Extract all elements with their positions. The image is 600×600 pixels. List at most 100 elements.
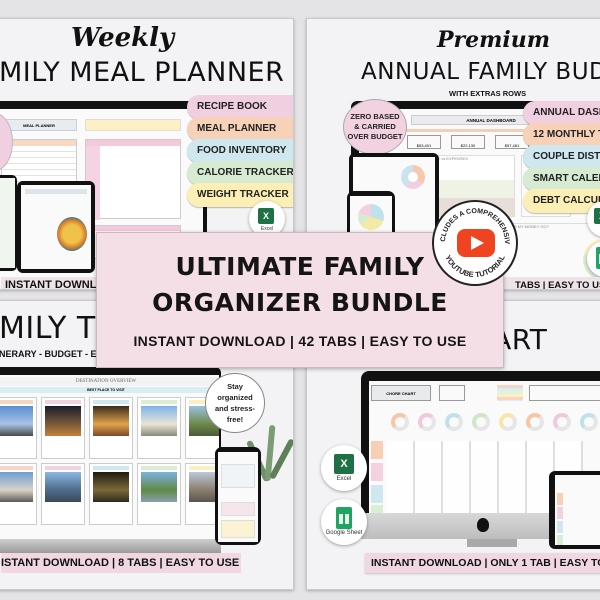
feature-food-inventory: FOOD INVENTORY: [187, 139, 293, 163]
meal-planner-tablet: [17, 181, 95, 273]
feature-label: CALORIE TRACKER: [197, 167, 294, 178]
pizza-photo: [57, 217, 87, 251]
google-sheets-label: Google Sheet: [325, 530, 363, 536]
best-place-header: BEST PLACE TO VISIT: [0, 387, 219, 393]
badge-line: & CARRIED: [354, 122, 396, 131]
destination-card: [137, 397, 181, 459]
youtube-play-icon: [457, 229, 495, 257]
monday-table: [85, 139, 181, 220]
badge-line: Stay: [227, 382, 243, 391]
youtube-tutorial-badge: INCLUDES A COMPREHENSIVE YOUTUBE TUTORIA…: [432, 200, 518, 286]
feature-label: RECIPE BOOK: [197, 101, 268, 112]
excel-icon: X Excel: [321, 445, 367, 491]
laptop-base: [0, 539, 221, 553]
destination-sheet: DESTINATION OVERVIEW BEST PLACE TO VISIT: [0, 375, 219, 539]
card-header: [141, 400, 177, 404]
card-header: [45, 400, 81, 404]
feature-label: WEIGHT TRACKER: [197, 189, 289, 200]
travel-bottom-bar: ISTANT DOWNLOAD | 8 TABS | EASY TO USE: [1, 553, 241, 573]
feature-label: ANNUAL DASHBOA: [533, 107, 600, 118]
feature-couple-distribution: COUPLE DISTRIBU: [523, 145, 600, 169]
travel-subtitle: NERARY - BUDGET - EX: [0, 349, 103, 359]
chore-progress-donut: [445, 413, 463, 431]
chore-bottom-bar: INSTANT DOWNLOAD | ONLY 1 TAB | EASY TO …: [365, 553, 600, 573]
budget-script-title: Premium: [437, 27, 551, 53]
budget-title: ANNUAL FAMILY BUDGE: [361, 59, 600, 85]
meal-planner-phone: [0, 175, 17, 271]
feature-recipe-book: RECIPE BOOK: [187, 95, 293, 119]
feature-label: DEBT CALCULATO: [533, 195, 600, 206]
google-sheets-icon: Google Sheet: [321, 499, 367, 545]
svg-text:YOUTUBE TUTORIAL: YOUTUBE TUTORIAL: [443, 253, 507, 279]
bundle-mockup: Weekly MILY MEAL PLANNER MEAL PLANNER RE…: [0, 0, 600, 600]
chore-progress-donut: [526, 413, 544, 431]
chore-progress-donut: [391, 413, 409, 431]
imac-stand: [467, 539, 517, 547]
destination-card: [185, 463, 219, 525]
chore-tablet: [549, 471, 600, 549]
zero-based-badge: ZERO BASED & CARRIED OVER BUDGET: [343, 99, 407, 155]
feature-weight-tracker: WEIGHT TRACKER: [187, 183, 293, 207]
card-header: [0, 466, 33, 470]
meal-planner-script-title: Weekly: [71, 23, 175, 53]
chore-bottom-text: INSTANT DOWNLOAD | ONLY 1 TAB | EASY TO …: [371, 557, 600, 569]
destination-card: [41, 463, 85, 525]
destination-photo: [93, 472, 129, 502]
destination-card: [137, 463, 181, 525]
apple-logo-icon: [477, 518, 489, 532]
destination-card: [89, 397, 133, 459]
budget-bottom-text: TABS | EASY TO USE: [515, 279, 600, 290]
badge-line: OVER BUDGET: [347, 132, 403, 141]
card-header: [93, 400, 129, 404]
travel-laptop: DESTINATION OVERVIEW BEST PLACE TO VISIT: [0, 367, 221, 553]
feature-label: COUPLE DISTRIBU: [533, 151, 600, 162]
destination-card: [0, 397, 37, 459]
recipe-sheet: [21, 185, 91, 269]
destination-photo: [141, 472, 177, 502]
destination-photo: [45, 406, 81, 436]
chore-progress-donut: [472, 413, 490, 431]
chore-progress-donut: [499, 413, 517, 431]
feature-annual-dashboard: ANNUAL DASHBOA: [523, 101, 600, 125]
destination-photo: [93, 406, 129, 436]
travel-bottom-text: ISTANT DOWNLOAD | 8 TABS | EASY TO USE: [1, 557, 240, 569]
start-date-box: [85, 119, 181, 131]
destination-photo: [141, 406, 177, 436]
card-header: [93, 466, 129, 470]
card-header: [45, 466, 81, 470]
chore-progress-donut: [418, 413, 436, 431]
meal-planner-title: MILY MEAL PLANNER: [0, 57, 285, 88]
feature-label: 12 MONTHLY TABS: [533, 129, 600, 140]
feature-label: MEAL PLANNER: [197, 123, 277, 134]
badge-line: free!: [226, 415, 244, 424]
feature-label: SMART CALENDAR: [533, 173, 600, 184]
travel-phone: [215, 447, 261, 545]
bundle-title-line-2: ORGANIZER BUNDLE: [152, 288, 448, 317]
youtube-badge-bottom-text: YOUTUBE TUTORIAL: [443, 253, 507, 279]
chore-progress-donut: [580, 413, 598, 431]
card-header: [0, 400, 33, 404]
badge-line: ZERO BASED: [350, 112, 400, 121]
destination-photo: [0, 472, 33, 502]
feature-label: FOOD INVENTORY: [197, 145, 287, 156]
destination-card: [89, 463, 133, 525]
stat-annual-earnings: $53,401: [407, 135, 441, 149]
tablet-donut: [401, 165, 425, 189]
destination-photo: [45, 472, 81, 502]
sheet-header: MEAL PLANNER: [1, 119, 77, 131]
destination-photo: [0, 406, 33, 436]
bundle-tagline: INSTANT DOWNLOAD | 42 TABS | EASY TO USE: [133, 333, 467, 349]
destination-header: DESTINATION OVERVIEW: [0, 377, 219, 386]
badge-line: organized: [217, 393, 253, 402]
feature-meal-planner: MEAL PLANNER: [187, 117, 293, 141]
feature-calorie-tracker: CALORIE TRACKER: [187, 161, 294, 185]
chore-header: CHORE CHART: [371, 385, 431, 401]
excel-label: Excel: [336, 476, 352, 482]
budget-subtitle: WITH EXTRAS ROWS: [449, 89, 527, 98]
destination-card: [0, 463, 37, 525]
chore-progress-donut: [553, 413, 571, 431]
phone-pie: [358, 204, 384, 230]
destination-card: [41, 397, 85, 459]
feature-smart-calendar: SMART CALENDAR: [523, 167, 600, 191]
badge-line: and stress-: [214, 404, 256, 413]
